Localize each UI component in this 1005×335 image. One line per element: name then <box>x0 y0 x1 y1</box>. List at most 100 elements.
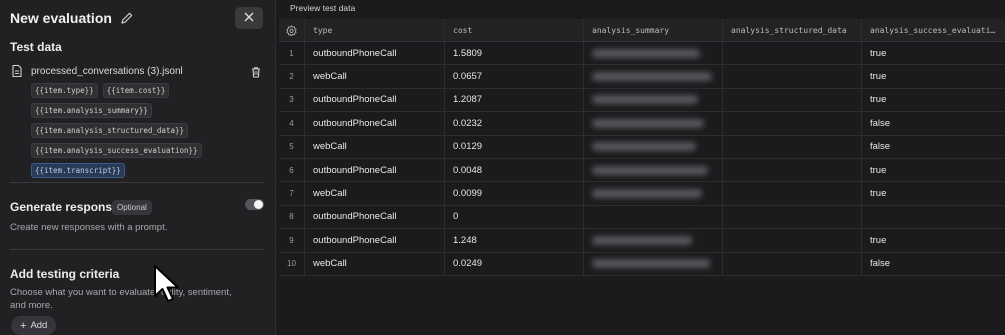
column-header-analysis-success-evaluation[interactable]: analysis_success_evaluati… <box>862 19 1005 41</box>
file-name: processed_conversations (3).jsonl <box>31 65 183 77</box>
trash-icon[interactable] <box>250 65 262 78</box>
row-number: 7 <box>279 182 305 205</box>
row-number: 6 <box>279 158 305 182</box>
row-number: 8 <box>279 205 305 229</box>
cell-type: outboundPhoneCall <box>305 42 445 65</box>
cell-analysis-success-evaluation: true <box>870 94 887 106</box>
chip-item-analysis-summary[interactable]: {{item.analysis_summary}} <box>31 103 152 118</box>
evaluation-panel: New evaluation Test data processed_conve… <box>0 0 276 335</box>
column-header-analysis-structured-data[interactable]: analysis_structured_data <box>723 19 862 41</box>
cell-analysis-structured-data <box>723 205 862 229</box>
cell-analysis-summary <box>584 42 723 65</box>
chip-item-analysis-structured-data[interactable]: {{item.analysis_structured_data}} <box>31 123 189 138</box>
cell-type: outboundPhoneCall <box>305 229 445 252</box>
redacted-text <box>592 118 704 128</box>
cell-analysis-summary <box>584 135 723 158</box>
table-row[interactable]: 2 webCall 0.0657 true <box>279 65 1005 89</box>
cell-analysis-summary <box>584 252 723 275</box>
chip-item-cost[interactable]: {{item.cost}} <box>102 83 170 98</box>
cell-analysis-structured-data <box>723 158 862 182</box>
cell-type: outboundPhoneCall <box>305 205 445 229</box>
cell-cost: 0.0048 <box>445 158 584 182</box>
generate-responses-toggle[interactable] <box>245 199 264 210</box>
table-row[interactable]: 5 webCall 0.0129 false <box>279 135 1005 159</box>
chip-item-analysis-success-evaluation[interactable]: {{item.analysis_success_evaluation}} <box>31 143 202 158</box>
table-body: 1 outboundPhoneCall 1.5809 true 2 webCall 0.06… <box>279 42 1005 276</box>
divider <box>10 249 263 250</box>
column-header-analysis-summary[interactable]: analysis_summary <box>584 19 723 41</box>
plus-icon: + <box>20 319 27 332</box>
gear-icon <box>286 24 297 36</box>
generate-responses-heading: Generate responses <box>10 200 126 214</box>
row-number: 4 <box>279 112 305 135</box>
preview-title: Preview test data <box>290 3 356 13</box>
panel-title: New evaluation <box>10 10 112 26</box>
cell-analysis-success-evaluation: false <box>870 258 891 270</box>
cell-analysis-summary <box>584 65 723 88</box>
table-row[interactable]: 3 outboundPhoneCall 1.2087 true <box>279 88 1005 113</box>
column-header-type[interactable]: type <box>305 19 445 41</box>
mouse-pointer-icon <box>154 265 179 302</box>
cell-analysis-success-evaluation: true <box>870 47 887 59</box>
add-criteria-button[interactable]: + Add <box>11 316 57 335</box>
cell-analysis-success-evaluation <box>862 206 1005 228</box>
table-row[interactable]: 1 outboundPhoneCall 1.5809 true <box>279 42 1005 66</box>
variable-chips: {{item.type}} {{item.cost}} {{item.analy… <box>31 83 266 183</box>
testing-criteria-description: Choose what you want to evaluate -uality… <box>10 286 232 312</box>
cell-analysis-success-evaluation: false <box>870 141 891 153</box>
chip-item-type[interactable]: {{item.type}} <box>31 83 98 98</box>
cell-analysis-summary <box>584 158 723 182</box>
close-button[interactable] <box>235 7 263 29</box>
divider <box>10 182 263 183</box>
cell-cost: 0 <box>445 205 584 229</box>
cell-analysis-success-evaluation: true <box>870 188 887 200</box>
cell-analysis-summary <box>584 88 723 112</box>
redacted-text <box>592 48 700 58</box>
table-row[interactable]: 4 outboundPhoneCall 0.0232 false <box>279 112 1005 136</box>
cell-analysis-success-evaluation: false <box>870 117 891 129</box>
column-settings-button[interactable] <box>279 19 305 41</box>
cell-type: outboundPhoneCall <box>305 158 445 182</box>
redacted-text <box>592 189 702 199</box>
cell-type: webCall <box>305 65 445 88</box>
criteria-desc-part1: Choose what you want to evaluate - <box>10 287 162 298</box>
redacted-text <box>592 72 712 82</box>
testing-criteria-heading: Add testing criteria <box>10 267 120 281</box>
preview-panel: Preview test data type cost analysis_sum… <box>277 0 1005 335</box>
cell-type: webCall <box>305 252 445 275</box>
toggle-knob <box>254 200 263 209</box>
cell-cost: 1.2087 <box>445 88 584 112</box>
row-number: 9 <box>279 229 305 252</box>
cell-analysis-structured-data <box>723 135 862 158</box>
cell-analysis-success-evaluation: true <box>870 164 887 176</box>
pencil-icon[interactable] <box>120 11 134 25</box>
table-row[interactable]: 6 outboundPhoneCall 0.0048 true <box>279 158 1005 183</box>
cell-analysis-structured-data <box>723 65 862 88</box>
optional-badge: Optional <box>112 200 152 215</box>
cell-analysis-structured-data <box>723 42 862 65</box>
cell-cost: 0.0249 <box>445 252 584 275</box>
redacted-text <box>592 95 698 105</box>
redacted-text <box>592 259 710 269</box>
criteria-desc-line2: and more. <box>10 300 53 311</box>
cell-type: outboundPhoneCall <box>305 88 445 112</box>
table-row[interactable]: 10 webCall 0.0249 false <box>279 252 1005 276</box>
cell-cost: 1.5809 <box>445 42 584 65</box>
table-row[interactable]: 9 outboundPhoneCall 1.248 true <box>279 229 1005 253</box>
add-label: Add <box>30 320 48 331</box>
row-number: 10 <box>279 252 305 275</box>
table-row[interactable]: 7 webCall 0.0099 true <box>279 182 1005 206</box>
cell-analysis-structured-data <box>723 88 862 112</box>
cell-analysis-summary <box>584 182 723 205</box>
cell-cost: 0.0099 <box>445 182 584 205</box>
row-number: 1 <box>279 42 305 65</box>
file-icon <box>10 64 24 78</box>
cell-analysis-structured-data <box>723 229 862 252</box>
test-data-heading: Test data <box>10 40 62 54</box>
chip-item-transcript[interactable]: {{item.transcript}} <box>31 163 125 178</box>
cell-cost: 0.0232 <box>445 112 584 135</box>
column-header-cost[interactable]: cost <box>445 19 584 41</box>
table-row[interactable]: 8 outboundPhoneCall 0 <box>279 205 1005 230</box>
table-header: type cost analysis_summary analysis_stru… <box>279 19 1005 42</box>
cell-analysis-summary <box>584 112 723 135</box>
